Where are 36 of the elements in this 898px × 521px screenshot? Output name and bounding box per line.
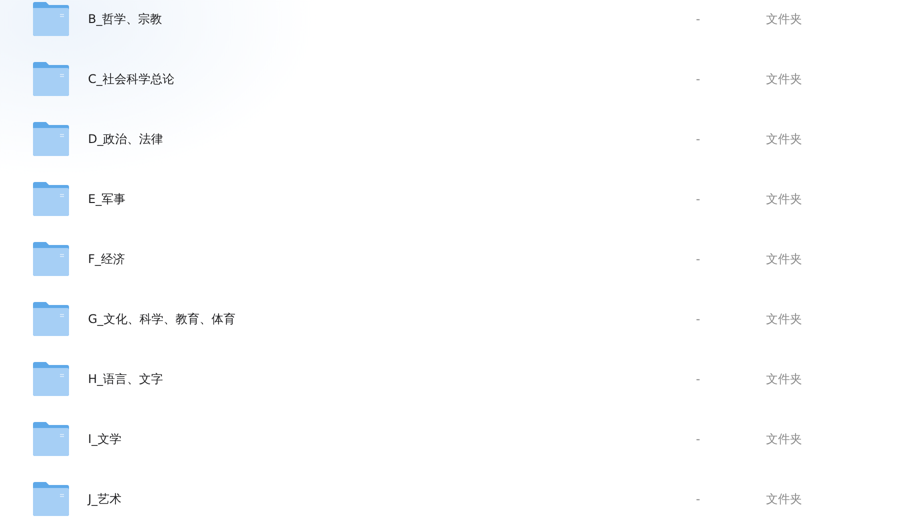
folder-icon: [33, 122, 69, 156]
file-type: 文件夹: [765, 10, 803, 28]
file-size: -: [694, 72, 702, 86]
file-type: 文件夹: [765, 490, 803, 508]
folder-icon: [33, 362, 69, 396]
file-name[interactable]: I_文学: [88, 430, 648, 448]
file-type: 文件夹: [765, 430, 803, 448]
folder-icon: [33, 182, 69, 216]
folder-icon: [33, 482, 69, 516]
file-type: 文件夹: [765, 370, 803, 388]
file-size: -: [694, 432, 702, 446]
file-type: 文件夹: [765, 130, 803, 148]
file-name[interactable]: G_文化、科学、教育、体育: [88, 310, 648, 328]
file-size: -: [694, 12, 702, 26]
file-size: -: [694, 252, 702, 266]
file-type: 文件夹: [765, 190, 803, 208]
file-size: -: [694, 372, 702, 386]
folder-icon: [33, 302, 69, 336]
file-size: -: [694, 312, 702, 326]
file-name[interactable]: C_社会科学总论: [88, 70, 648, 88]
file-name[interactable]: D_政治、法律: [88, 130, 648, 148]
file-size: -: [694, 492, 702, 506]
folder-icon: [33, 2, 69, 36]
folder-icon: [33, 422, 69, 456]
folder-icon: [33, 62, 69, 96]
file-size: -: [694, 192, 702, 206]
file-name[interactable]: J_艺术: [88, 490, 648, 508]
file-type: 文件夹: [765, 250, 803, 268]
file-type: 文件夹: [765, 310, 803, 328]
file-type: 文件夹: [765, 70, 803, 88]
file-name[interactable]: B_哲学、宗教: [88, 10, 648, 28]
folder-icon: [33, 242, 69, 276]
file-size: -: [694, 132, 702, 146]
file-name[interactable]: E_军事: [88, 190, 648, 208]
file-name[interactable]: F_经济: [88, 250, 648, 268]
file-name[interactable]: H_语言、文字: [88, 370, 648, 388]
